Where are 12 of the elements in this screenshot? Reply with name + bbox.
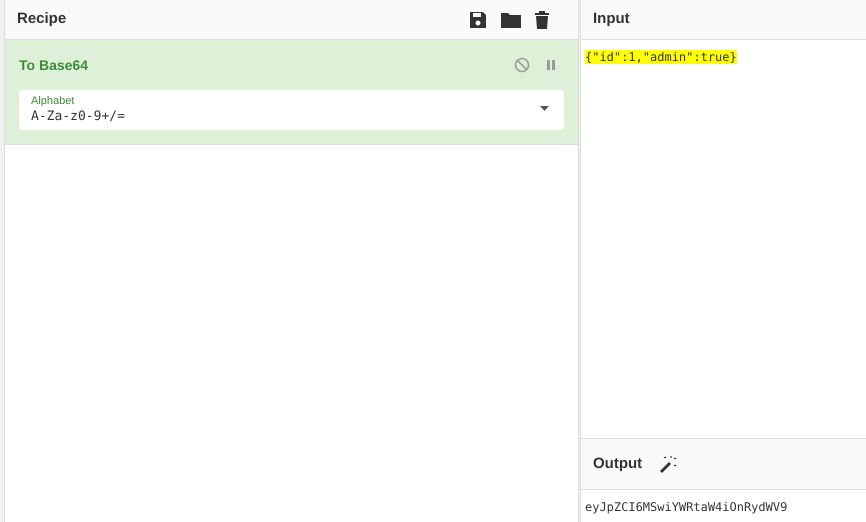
panel-title: Recipe [17, 9, 66, 30]
folder-icon[interactable] [500, 10, 522, 28]
input-text[interactable]: {"id":1,"admin":true} [585, 50, 737, 64]
panel-title: Input [593, 9, 630, 30]
caret-icon [540, 106, 549, 111]
output-text: eyJpZCI6MSwiYWRtaW4iOnRydWV9 [585, 500, 788, 514]
magic-wand-icon[interactable] [658, 454, 678, 474]
save-icon[interactable] [468, 10, 488, 30]
panel-title: Output [593, 454, 642, 474]
operation-title: To Base64 [19, 56, 88, 74]
alphabet-dropdown[interactable]: Alphabet A-Za-z0-9+/= [19, 90, 564, 130]
delete-icon[interactable] [534, 10, 550, 30]
